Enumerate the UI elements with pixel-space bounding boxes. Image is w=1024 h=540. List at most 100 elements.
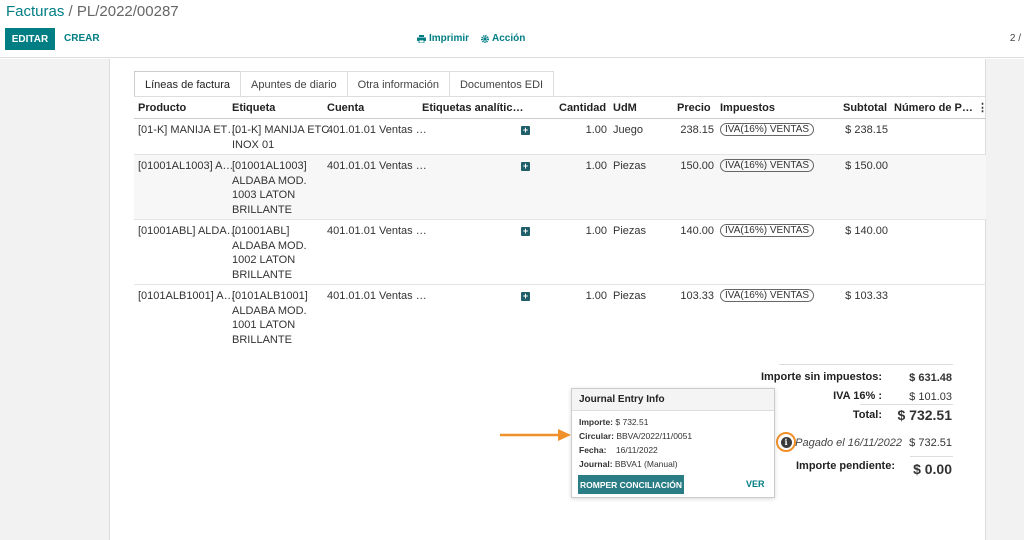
pager[interactable]: 2 / [1010, 33, 1021, 44]
breadcrumb-current: PL/2022/00287 [76, 3, 179, 20]
line-account: 401.01.01 Ventas … [327, 225, 427, 237]
line-quantity: 1.00 [585, 160, 607, 172]
info-icon: i [780, 436, 792, 448]
line-label: BRILLANTE [232, 203, 292, 216]
action-label: Acción [492, 33, 526, 44]
column-header-subtotal[interactable]: Subtotal [843, 102, 887, 114]
line-quantity: 1.00 [585, 290, 607, 302]
popover-journal-label: Journal: [579, 459, 613, 469]
tax-badge: IVA(16%) VENTAS [720, 289, 815, 302]
popover-date-row: Fecha: 16/11/2022 [579, 445, 658, 455]
line-subtotal: $ 103.33 [845, 290, 888, 302]
column-header-analytic-tags[interactable]: Etiquetas analític… [422, 102, 523, 114]
line-price: 140.00 [680, 225, 714, 237]
plus-icon[interactable]: + [521, 292, 530, 301]
view-button[interactable]: VER [746, 479, 765, 489]
popover-journal: BBVA1 (Manual) [614, 459, 678, 469]
breadcrumb-separator: / [64, 3, 77, 20]
tab-journal-items[interactable]: Apuntes de diario [240, 71, 348, 97]
print-menu[interactable]: Imprimir [417, 33, 469, 44]
paid-amount-value: $ 732.51 [909, 437, 952, 449]
create-button[interactable]: CREAR [64, 33, 100, 44]
column-header-label[interactable]: Etiqueta [232, 102, 275, 114]
tabs-divider [134, 96, 986, 97]
line-uom: Juego [613, 124, 643, 136]
gear-icon [481, 34, 489, 43]
plus-icon[interactable]: + [521, 227, 530, 236]
column-header-quantity[interactable]: Cantidad [559, 102, 606, 114]
invoice-line-row[interactable]: [01-K] MANIJA ET… [01-K] MANIJA ETC INOX… [134, 119, 986, 155]
line-product: [01-K] MANIJA ET… [138, 124, 239, 136]
tab-edi-documents[interactable]: Documentos EDI [448, 71, 555, 97]
control-panel: EDITAR CREAR Imprimir Acción 2 / [0, 28, 1024, 58]
line-quantity: 1.00 [585, 225, 607, 237]
popover-date-label: Fecha: [579, 445, 607, 455]
invoice-line-row[interactable]: [01001AL1003] A… [01001AL1003] ALDABA MO… [134, 155, 986, 220]
line-price: 103.33 [680, 290, 714, 302]
line-label: BRILLANTE [232, 333, 292, 346]
totals-divider [779, 364, 953, 365]
edit-button[interactable]: EDITAR [5, 28, 55, 50]
print-label: Imprimir [429, 33, 470, 44]
column-header-number[interactable]: Número de P… [894, 102, 973, 114]
plus-icon[interactable]: + [521, 126, 530, 135]
line-label: 1003 LATON [232, 189, 296, 201]
plus-icon[interactable]: + [521, 162, 530, 171]
total-value: $ 732.51 [897, 407, 953, 423]
payment-info-button[interactable]: i [776, 432, 796, 452]
line-label: ALDABA MOD. [232, 304, 307, 317]
line-label: 1002 LATON [232, 254, 296, 266]
line-label: 1001 LATON [232, 319, 296, 331]
line-product: [01001ABL] ALDA… [138, 225, 238, 237]
line-label: [01-K] MANIJA ETC [232, 124, 330, 136]
column-header-price[interactable]: Precio [677, 102, 711, 114]
tax-amount-value: $ 101.03 [909, 391, 952, 403]
total-label: Total: [852, 409, 882, 421]
due-divider [910, 456, 953, 457]
popover-circular: BBVA/2022/11/0051 [616, 431, 693, 441]
tax-badge: IVA(16%) VENTAS [720, 224, 815, 237]
line-label: ALDABA MOD. [232, 174, 307, 187]
tab-invoice-lines[interactable]: Líneas de factura [134, 71, 242, 97]
total-divider [860, 404, 953, 405]
tax-badge: IVA(16%) VENTAS [720, 159, 815, 172]
line-label: [01001AL1003] [232, 160, 307, 172]
column-header-taxes[interactable]: Impuestos [720, 102, 775, 114]
line-label: INOX 01 [232, 138, 275, 151]
line-account: 401.01.01 Ventas … [327, 124, 427, 136]
invoice-line-row[interactable]: [01001ABL] ALDA… [01001ABL] ALDABA MOD. … [134, 220, 986, 285]
amount-due-label: Importe pendiente: [795, 460, 895, 472]
invoice-line-row[interactable]: [0101ALB1001] A… [0101ALB1001] ALDABA MO… [134, 285, 986, 350]
line-uom: Piezas [613, 290, 647, 302]
line-subtotal: $ 238.15 [845, 124, 888, 136]
column-header-product[interactable]: Producto [138, 102, 186, 114]
journal-entry-popover: Journal Entry Info Importe: $ 732.51 Cir… [571, 388, 775, 498]
popover-amount: $ 732.51 [615, 417, 649, 427]
popover-circular-row: Circular: BBVA/2022/11/0051 [579, 431, 692, 441]
line-quantity: 1.00 [585, 124, 607, 136]
column-header-uom[interactable]: UdM [613, 102, 637, 114]
optional-columns-icon[interactable]: ⋮ [977, 101, 988, 114]
paid-on-label: Pagado el 16/11/2022 [795, 437, 902, 449]
popover-journal-row: Journal: BBVA1 (Manual) [579, 459, 678, 469]
untaxed-amount-label: Importe sin impuestos: [760, 371, 882, 383]
breadcrumb: Facturas / PL/2022/00287 [6, 3, 179, 20]
unreconcile-button[interactable]: ROMPER CONCILIACIÓN [578, 475, 684, 494]
tax-badge: IVA(16%) VENTAS [720, 123, 815, 136]
line-price: 150.00 [680, 160, 714, 172]
tax-amount-label: IVA 16% : [833, 390, 882, 402]
notebook-tabs: Líneas de factura Apuntes de diario Otra… [134, 71, 555, 97]
tab-other-info[interactable]: Otra información [346, 71, 450, 97]
popover-title: Journal Entry Info [572, 389, 774, 411]
line-uom: Piezas [613, 160, 647, 172]
line-product: [01001AL1003] A… [138, 160, 234, 172]
line-label: ALDABA MOD. [232, 239, 307, 252]
line-account: 401.01.01 Ventas … [327, 160, 427, 172]
column-header-account[interactable]: Cuenta [327, 102, 364, 114]
line-subtotal: $ 150.00 [845, 160, 888, 172]
line-account: 401.01.01 Ventas … [327, 290, 427, 302]
line-price: 238.15 [680, 124, 714, 136]
line-label: [0101ALB1001] [232, 290, 308, 302]
action-menu[interactable]: Acción [481, 33, 525, 44]
breadcrumb-root[interactable]: Facturas [6, 3, 64, 20]
